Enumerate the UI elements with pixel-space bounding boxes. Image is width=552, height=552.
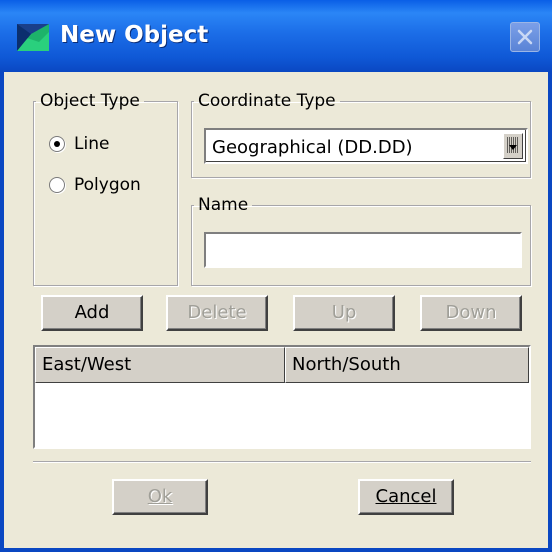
radio-polygon-label: Polygon — [74, 175, 141, 195]
coordinate-type-value: Geographical (DD.DD) — [212, 137, 413, 158]
column-header-north-south[interactable]: North/South — [285, 347, 529, 383]
close-button[interactable] — [510, 22, 540, 52]
column-header-east-west[interactable]: East/West — [35, 347, 285, 383]
radio-polygon[interactable]: Polygon — [49, 175, 141, 195]
delete-button[interactable]: Delete — [166, 295, 268, 331]
radio-line-label: Line — [74, 134, 110, 154]
ok-button[interactable]: Ok — [112, 479, 208, 515]
coordinates-table[interactable]: East/West North/South — [33, 345, 531, 449]
coordinate-type-select[interactable]: Geographical (DD.DD) — [204, 128, 528, 164]
title-bar[interactable]: New Object — [0, 0, 552, 72]
ok-label: Ok — [147, 486, 173, 507]
dropdown-arrow-icon[interactable] — [503, 133, 523, 159]
radio-polygon-button[interactable] — [49, 177, 65, 193]
down-button[interactable]: Down — [420, 295, 522, 331]
window-title: New Object — [60, 22, 209, 48]
cancel-label: Cancel — [375, 486, 437, 507]
name-input[interactable] — [204, 232, 522, 268]
name-legend: Name — [198, 195, 249, 215]
footer-separator — [33, 461, 531, 463]
object-type-legend: Object Type — [40, 91, 140, 111]
up-button[interactable]: Up — [293, 295, 395, 331]
radio-line[interactable]: Line — [49, 134, 109, 154]
app-icon — [17, 24, 49, 51]
new-object-dialog: New Object Object Type Line Polygon Coor… — [0, 0, 552, 552]
radio-line-button[interactable] — [49, 136, 65, 152]
cancel-button[interactable]: Cancel — [358, 479, 454, 515]
coordinate-type-legend: Coordinate Type — [198, 91, 336, 111]
close-icon — [517, 29, 533, 45]
add-button[interactable]: Add — [41, 295, 143, 331]
